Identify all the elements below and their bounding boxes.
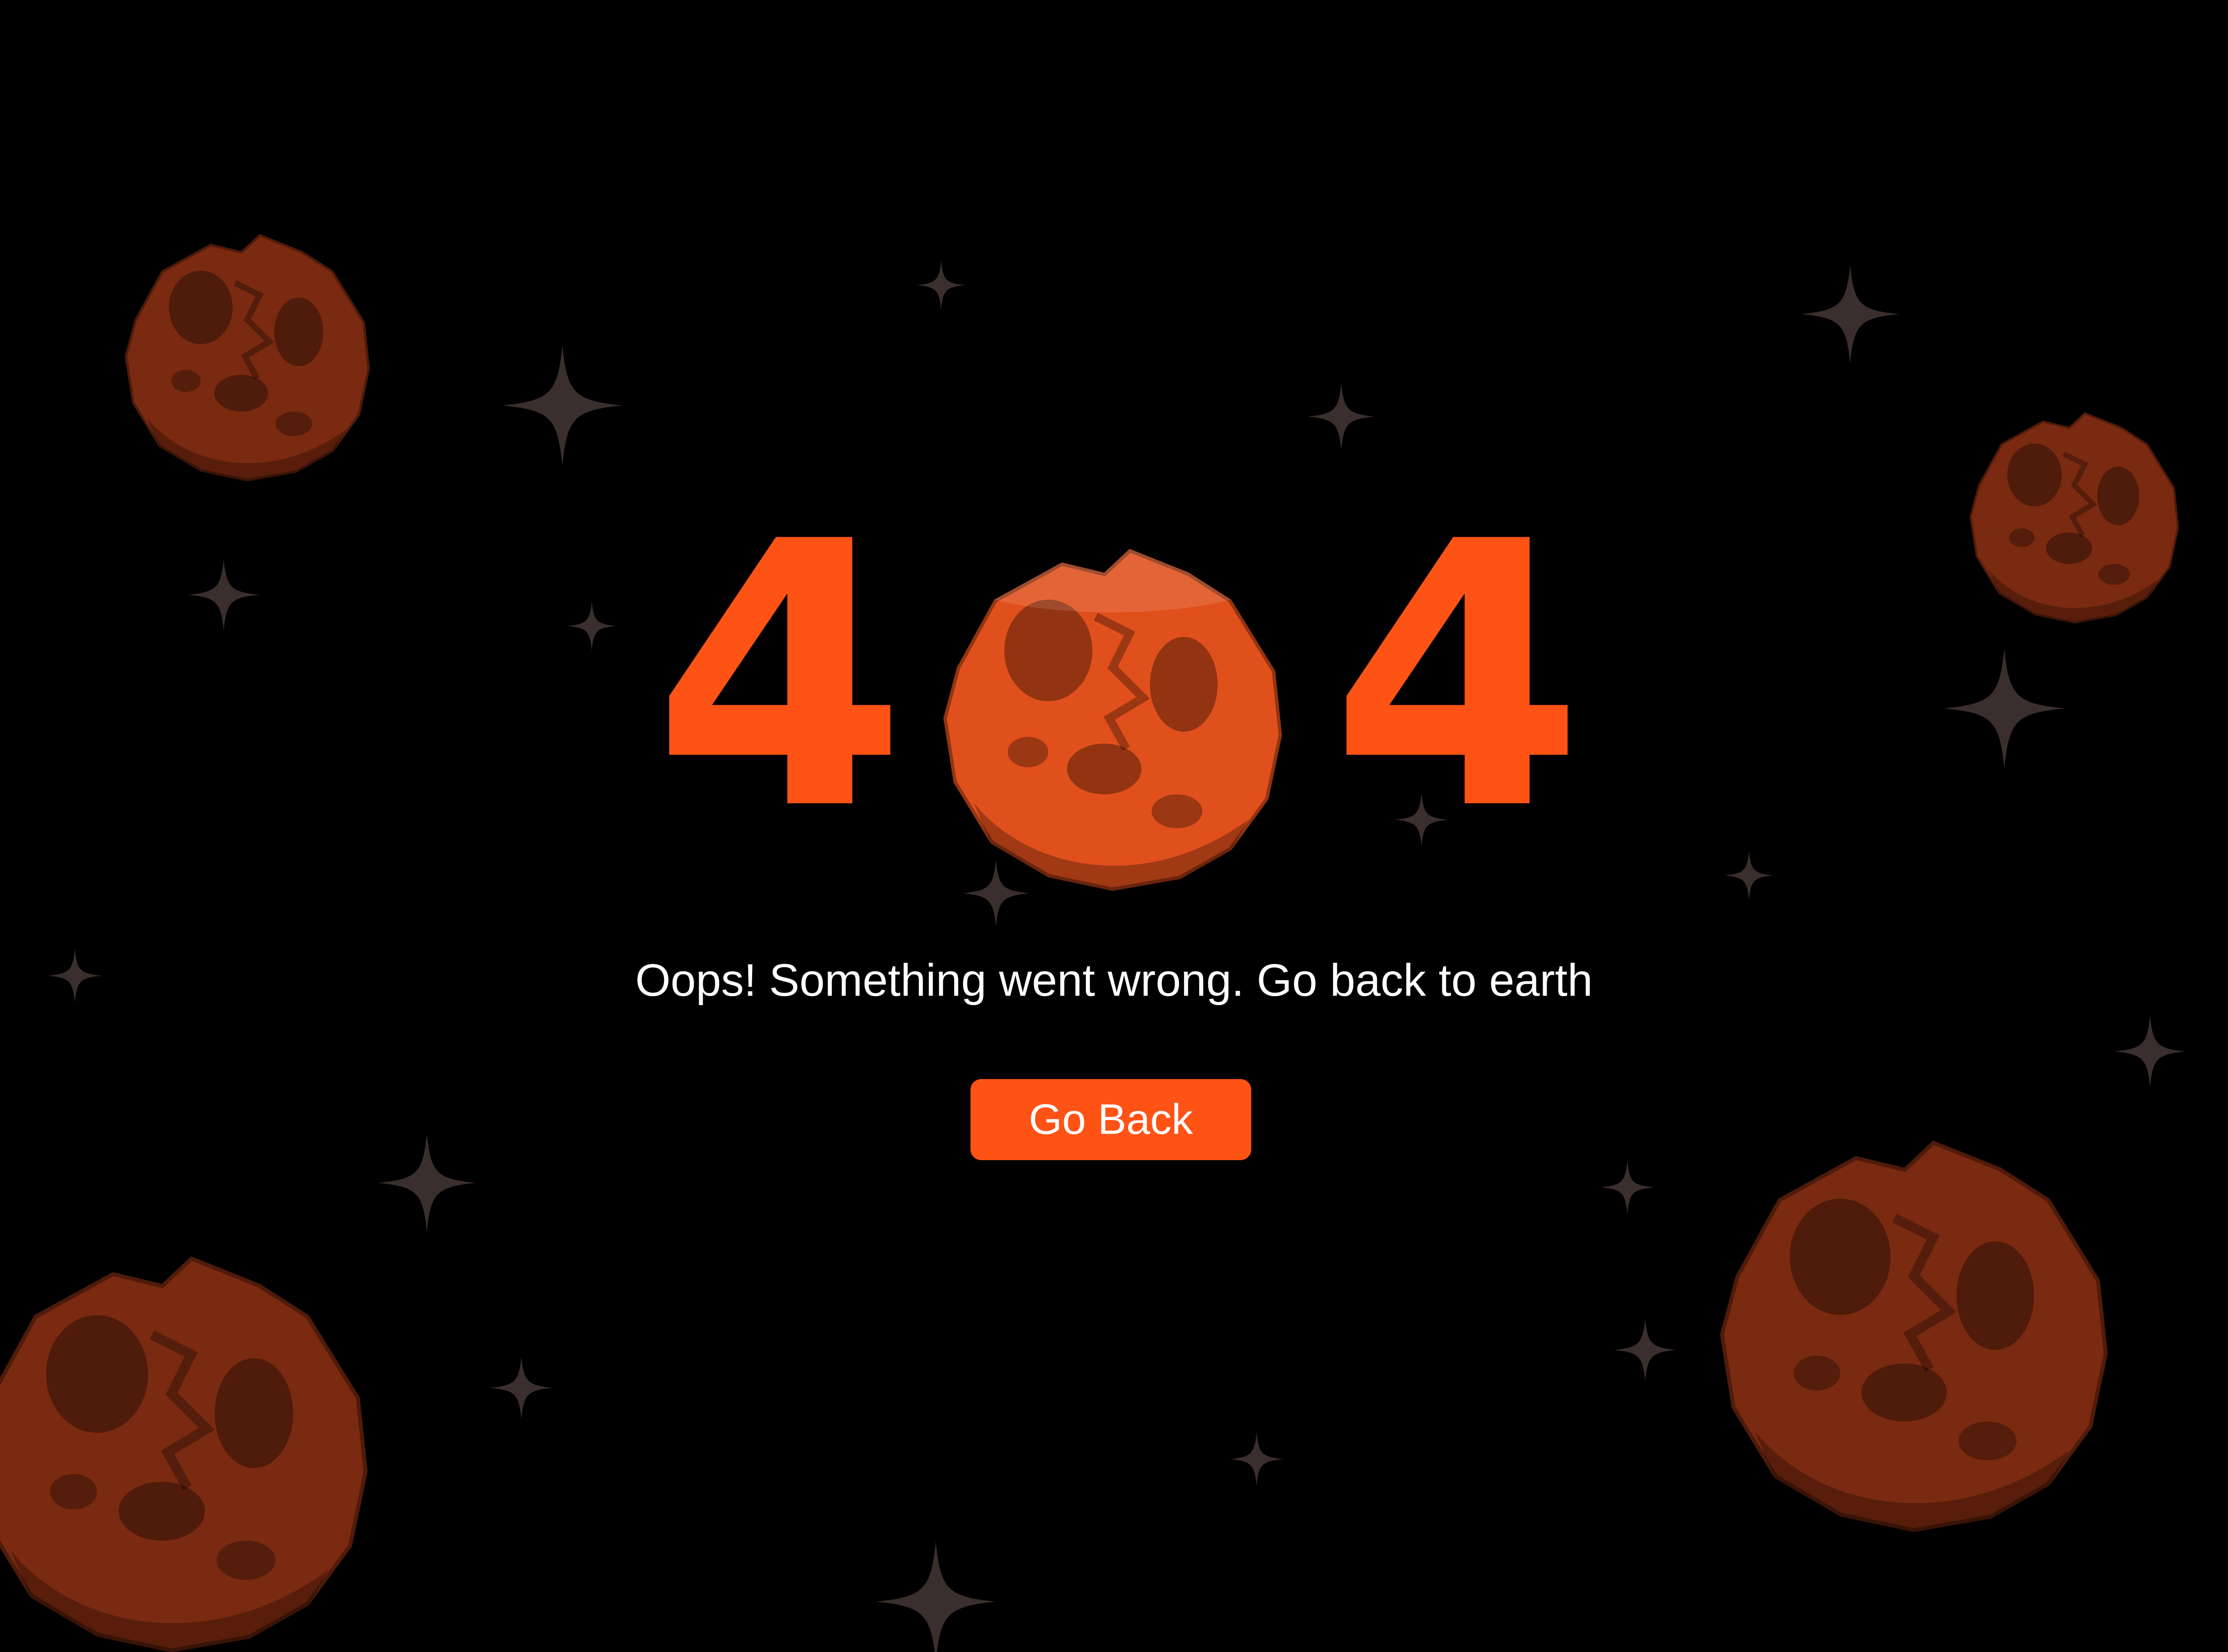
error-code-digit-right: 4	[1330, 465, 1585, 890]
go-back-button[interactable]: Go Back	[971, 1079, 1251, 1160]
error-404-page: 4 4 Oops! Something went wrong. Go back …	[0, 0, 2228, 1652]
error-message: Oops! Something went wrong. Go back to e…	[635, 955, 1593, 1006]
asteroid-icon	[0, 0, 2228, 1652]
